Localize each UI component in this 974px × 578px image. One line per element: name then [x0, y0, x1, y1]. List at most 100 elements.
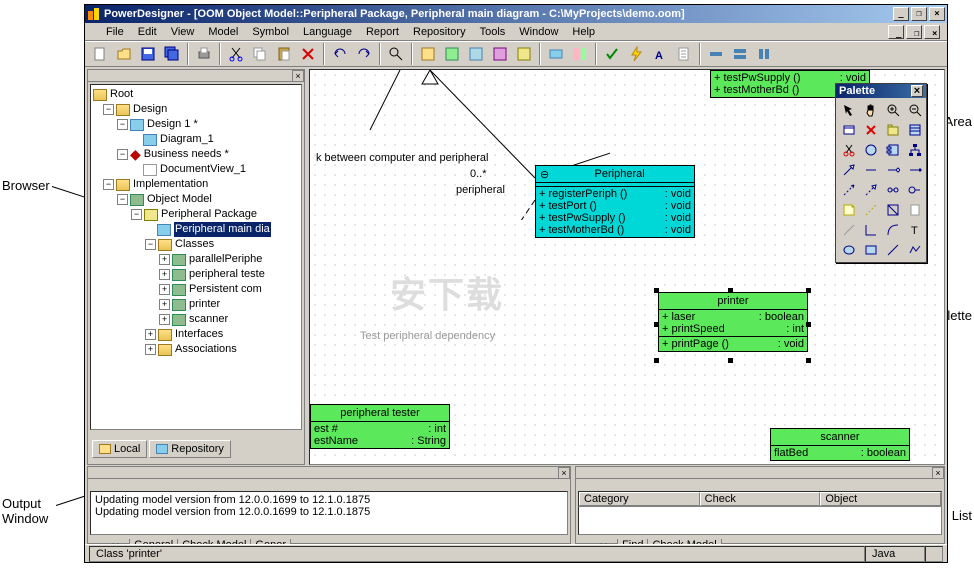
tree-item[interactable]: scanner — [189, 312, 228, 327]
tree-item[interactable]: Diagram_1 — [160, 132, 214, 147]
tool-palette[interactable]: Palette× — [835, 83, 927, 263]
tree-item[interactable]: Interfaces — [175, 327, 223, 342]
redo-button[interactable] — [353, 43, 375, 65]
component-tool[interactable] — [882, 140, 904, 160]
tb-text[interactable]: A — [649, 43, 671, 65]
sel-handle[interactable] — [728, 358, 733, 363]
rect-tool[interactable] — [860, 240, 882, 260]
uml-peripheral[interactable]: ⊖Peripheral + registerPeriph (): void + … — [535, 165, 695, 238]
sel-handle[interactable] — [728, 288, 733, 293]
close-button[interactable]: × — [929, 7, 945, 21]
expand-icon[interactable]: − — [117, 194, 128, 205]
zoom-in-tool[interactable] — [882, 100, 904, 120]
result-body[interactable] — [578, 507, 942, 535]
dependency-tool[interactable] — [838, 180, 860, 200]
saveall-button[interactable] — [161, 43, 183, 65]
expand-icon[interactable]: + — [159, 284, 170, 295]
polyline-tool[interactable] — [904, 240, 926, 260]
expand-icon[interactable]: − — [103, 179, 114, 190]
col-object[interactable]: Object — [820, 492, 941, 506]
text-tool[interactable]: T — [904, 220, 926, 240]
tb-btn-d[interactable] — [489, 43, 511, 65]
menu-symbol[interactable]: Symbol — [245, 24, 296, 40]
menu-tools[interactable]: Tools — [473, 24, 513, 40]
tree-item[interactable]: Persistent com — [189, 282, 262, 297]
file-tool[interactable] — [904, 200, 926, 220]
find-button[interactable] — [385, 43, 407, 65]
tb-lightning[interactable] — [625, 43, 647, 65]
mdi-minimize-button[interactable]: _ — [888, 25, 904, 39]
tree-item[interactable]: Classes — [175, 237, 214, 252]
tree-item[interactable]: parallelPeriphe — [189, 252, 262, 267]
tree-item[interactable]: Design 1 * — [147, 117, 198, 132]
tree-item[interactable]: DocumentView_1 — [160, 162, 246, 177]
menu-window[interactable]: Window — [512, 24, 565, 40]
require-link-tool[interactable] — [904, 180, 926, 200]
delete-button[interactable] — [297, 43, 319, 65]
menu-report[interactable]: Report — [359, 24, 406, 40]
class-tool[interactable] — [904, 120, 926, 140]
col-check[interactable]: Check — [700, 492, 821, 506]
tb-btn-g[interactable] — [569, 43, 591, 65]
copy-button[interactable] — [249, 43, 271, 65]
open-button[interactable] — [113, 43, 135, 65]
palette-close-button[interactable]: × — [911, 85, 923, 97]
expand-icon[interactable]: + — [159, 299, 170, 310]
expand-icon[interactable]: − — [145, 239, 156, 250]
expand-icon[interactable]: + — [159, 314, 170, 325]
inner-link-tool[interactable] — [882, 180, 904, 200]
minimize-button[interactable]: _ — [893, 7, 909, 21]
tb-x3[interactable] — [753, 43, 775, 65]
tree-item[interactable]: Design — [133, 102, 167, 117]
col-category[interactable]: Category — [579, 492, 700, 506]
tb-btn-e[interactable] — [513, 43, 535, 65]
expand-icon[interactable]: + — [159, 269, 170, 280]
uml-tester[interactable]: peripheral tester est #: int estName: St… — [310, 404, 450, 449]
sel-handle[interactable] — [806, 322, 811, 327]
tree-item[interactable]: Peripheral Package — [161, 207, 257, 222]
expand-icon[interactable]: + — [159, 254, 170, 265]
tree-item[interactable]: Business needs * — [144, 147, 229, 162]
mdi-icon[interactable] — [87, 25, 101, 39]
arc-tool[interactable] — [882, 220, 904, 240]
sel-handle[interactable] — [654, 322, 659, 327]
note-link-tool[interactable] — [860, 200, 882, 220]
menu-help[interactable]: Help — [565, 24, 602, 40]
tree-item[interactable]: Implementation — [133, 177, 208, 192]
aggregation-tool[interactable] — [882, 160, 904, 180]
menu-view[interactable]: View — [164, 24, 202, 40]
tree-item[interactable]: printer — [189, 297, 220, 312]
sel-handle[interactable] — [806, 358, 811, 363]
tree-item-selected[interactable]: Peripheral main dia — [174, 222, 271, 237]
menu-model[interactable]: Model — [201, 24, 245, 40]
tree-item[interactable]: Associations — [175, 342, 237, 357]
pointer-tool[interactable] — [838, 100, 860, 120]
cut-button[interactable] — [225, 43, 247, 65]
tb-btn-b[interactable] — [441, 43, 463, 65]
menu-language[interactable]: Language — [296, 24, 359, 40]
menu-edit[interactable]: Edit — [131, 24, 164, 40]
realization-tool[interactable] — [860, 180, 882, 200]
tab-local[interactable]: Local — [92, 440, 147, 458]
tb-btn-a[interactable] — [417, 43, 439, 65]
link-tool[interactable] — [838, 220, 860, 240]
expand-icon[interactable]: + — [145, 329, 156, 340]
cut-tool[interactable] — [838, 140, 860, 160]
association-tool[interactable] — [860, 160, 882, 180]
tree-root[interactable]: Root — [110, 87, 133, 102]
tb-doc[interactable] — [673, 43, 695, 65]
browser-tree[interactable]: Root −Design −Design 1 * Diagram_1 −◆Bus… — [90, 84, 302, 430]
hand-tool[interactable] — [860, 100, 882, 120]
menu-file[interactable]: File — [99, 24, 131, 40]
print-button[interactable] — [193, 43, 215, 65]
corner-tool[interactable] — [860, 220, 882, 240]
sel-handle[interactable] — [806, 288, 811, 293]
new-button[interactable] — [89, 43, 111, 65]
expand-icon[interactable]: − — [117, 149, 128, 160]
composition-tool[interactable] — [904, 160, 926, 180]
attach-tool[interactable] — [882, 200, 904, 220]
uml-printer[interactable]: printer + laser: boolean + printSpeed: i… — [658, 292, 808, 352]
tb-x1[interactable] — [705, 43, 727, 65]
expand-icon[interactable]: + — [145, 344, 156, 355]
tb-btn-c[interactable] — [465, 43, 487, 65]
